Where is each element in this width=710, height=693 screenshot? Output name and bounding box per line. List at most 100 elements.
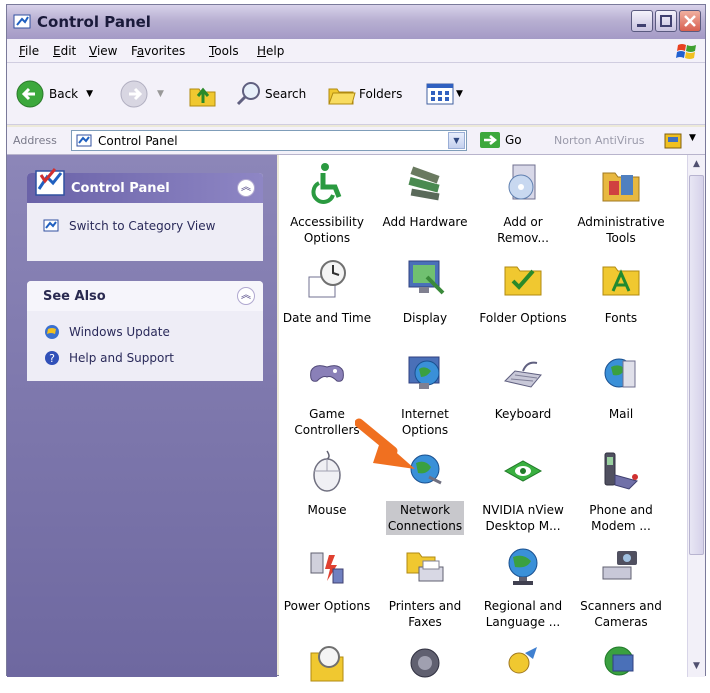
item-add-remove-programs[interactable]: Add or Remov... (475, 161, 571, 247)
item-regional-language[interactable]: Regional and Language ... (475, 545, 571, 631)
minimize-button[interactable] (631, 10, 653, 32)
display-icon (408, 260, 445, 295)
item-accessibility-options[interactable]: Accessibility Options (279, 161, 375, 247)
date-time-icon (308, 260, 346, 298)
folders-button[interactable]: Folders (327, 81, 402, 107)
see-also-pane: See Also ︽ Windows Update ? Help and Sup… (27, 281, 263, 381)
address-value: Control Panel (98, 134, 178, 148)
item-scanners-cameras[interactable]: Scanners and Cameras (573, 545, 669, 631)
add-remove-programs-icon (508, 164, 536, 200)
see-also-pane-header[interactable]: See Also ︽ (27, 281, 263, 311)
folder-options-icon (504, 266, 542, 296)
item-label: Keyboard (494, 407, 552, 421)
control-panel-pane-header[interactable]: Control Panel ︽ (27, 168, 263, 203)
item-mail[interactable]: Mail (573, 353, 669, 423)
scheduled-tasks-icon (310, 646, 344, 682)
norton-antivirus-label[interactable]: Norton AntiVirus (554, 134, 644, 147)
control-panel-pane: Control Panel ︽ Switch to Category View (27, 168, 263, 261)
scanners-cameras-icon (602, 551, 637, 580)
item-label: Power Options (283, 599, 371, 613)
item-label: Add or (503, 215, 543, 229)
item-label: Administrative (577, 215, 665, 229)
search-label: Search (265, 87, 307, 101)
windows-update-link[interactable]: Windows Update (43, 323, 170, 341)
item-display[interactable]: Display (377, 257, 473, 327)
menu-favorites[interactable]: Favorites (131, 44, 185, 58)
item-label-line2: Desktop M... (485, 519, 561, 533)
item-system[interactable] (573, 641, 669, 693)
item-speech[interactable] (475, 641, 571, 693)
go-label: Go (505, 133, 522, 147)
scroll-up-icon[interactable]: ▲ (689, 156, 704, 173)
item-sounds[interactable] (377, 641, 473, 693)
norton-icon[interactable] (663, 132, 683, 150)
views-icon (426, 83, 454, 105)
item-administrative-tools[interactable]: Administrative Tools (573, 161, 669, 247)
item-label: NVIDIA nView (482, 503, 564, 517)
switch-view-label: Switch to Category View (69, 219, 216, 233)
item-add-hardware[interactable]: Add Hardware (377, 161, 473, 231)
item-date-and-time[interactable]: Date and Time (279, 257, 375, 327)
item-phone-modem[interactable]: Phone and Modem ... (573, 449, 669, 535)
task-sidebar: Control Panel ︽ Switch to Category View … (7, 155, 277, 677)
up-folder-icon[interactable] (187, 79, 219, 109)
item-scheduled-tasks[interactable] (279, 641, 375, 693)
toolbar: Back ▼ ▼ Search Folders ▼ (7, 63, 705, 125)
collapse-chevron-icon[interactable]: ︽ (237, 179, 255, 197)
scroll-down-icon[interactable]: ▼ (689, 658, 704, 675)
address-input[interactable]: Control Panel ▼ (71, 130, 467, 151)
toolbar-options-icon[interactable]: ▼ (689, 133, 696, 143)
item-label: Display (402, 311, 448, 325)
control-panel-small-icon (76, 134, 92, 147)
menu-tools[interactable]: Tools (209, 44, 239, 58)
item-fonts[interactable]: Fonts (573, 257, 669, 327)
accessibility-icon (311, 163, 342, 204)
views-button[interactable]: ▼ (425, 81, 463, 107)
back-button[interactable]: Back ▼ (15, 79, 93, 109)
item-power-options[interactable]: Power Options (279, 545, 375, 615)
maximize-button[interactable] (655, 10, 677, 32)
scroll-thumb[interactable] (689, 175, 704, 555)
menu-view[interactable]: View (89, 44, 117, 58)
item-label: Printers and (388, 599, 462, 613)
switch-category-view-link[interactable]: Switch to Category View (43, 217, 215, 235)
item-label: Fonts (604, 311, 638, 325)
item-label: Date and Time (282, 311, 372, 325)
menu-file[interactable]: File (19, 44, 39, 58)
mouse-icon (313, 450, 341, 492)
see-also-collapse-icon[interactable]: ︽ (237, 287, 255, 305)
item-nvidia-nview[interactable]: NVIDIA nView Desktop M... (475, 449, 571, 535)
item-label: Scanners and (580, 599, 662, 613)
item-label-line2: Controllers (294, 423, 360, 437)
item-printers-faxes[interactable]: Printers and Faxes (377, 545, 473, 631)
folders-icon (328, 88, 356, 105)
nvidia-icon (503, 460, 543, 482)
windows-logo-icon (676, 44, 696, 59)
address-dropdown-icon[interactable]: ▼ (448, 132, 465, 149)
search-button[interactable]: Search (235, 81, 306, 107)
help-support-link[interactable]: ? Help and Support (43, 349, 174, 367)
search-icon (236, 82, 260, 106)
regional-language-icon (508, 548, 538, 585)
game-controllers-icon (310, 365, 344, 382)
item-label-line2: Connections (387, 519, 463, 533)
item-label: Accessibility (290, 215, 364, 229)
menu-help[interactable]: Help (257, 44, 284, 58)
control-panel-pane-title: Control Panel (71, 181, 170, 196)
item-label-line2: Language ... (485, 615, 561, 629)
item-keyboard[interactable]: Keyboard (475, 353, 571, 423)
item-label: Phone and (589, 503, 653, 517)
go-button[interactable]: Go (479, 131, 522, 149)
forward-button[interactable]: ▼ (119, 79, 164, 109)
title-bar[interactable]: Control Panel (7, 5, 705, 39)
item-label: Folder Options (479, 311, 567, 325)
menu-edit[interactable]: Edit (53, 44, 76, 58)
back-dropdown-icon[interactable]: ▼ (86, 89, 93, 99)
item-label: Mail (608, 407, 634, 421)
item-folder-options[interactable]: Folder Options (475, 257, 571, 327)
vertical-scrollbar[interactable]: ▲ ▼ (687, 155, 705, 677)
close-button[interactable] (679, 10, 701, 32)
administrative-tools-icon (602, 172, 640, 202)
forward-arrow-icon (120, 80, 148, 108)
address-bar: Address Control Panel ▼ Go Norton AntiVi… (7, 127, 705, 155)
